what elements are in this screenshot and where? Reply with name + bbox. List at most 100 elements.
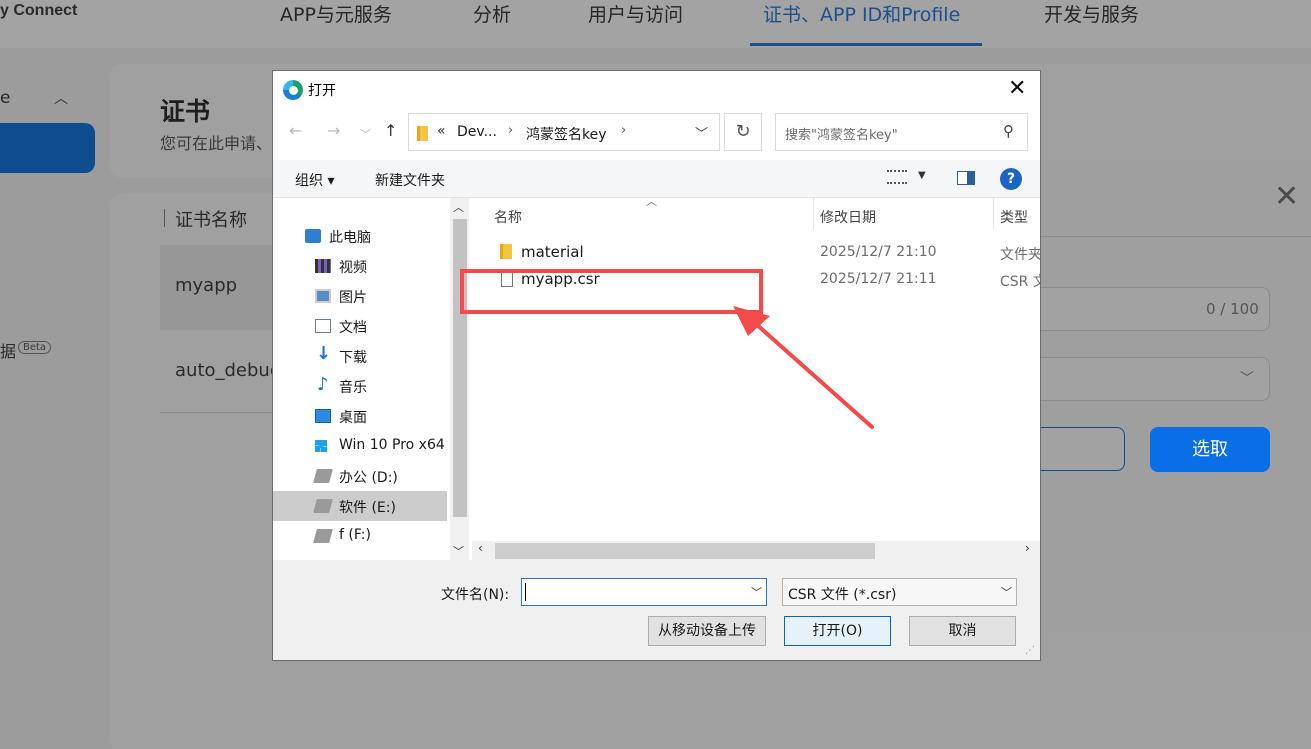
breadcrumb-overflow[interactable]: « xyxy=(437,123,446,139)
nav-users-access[interactable]: 用户与访问 xyxy=(588,0,683,27)
chevron-down-icon[interactable]: ﹀ xyxy=(695,123,708,142)
pictures-icon xyxy=(315,289,331,303)
annotation-arrow xyxy=(733,306,874,429)
column-divider[interactable] xyxy=(813,198,814,230)
close-icon[interactable]: ✕ xyxy=(1274,182,1299,212)
scroll-right-icon[interactable]: › xyxy=(1025,541,1030,555)
tree-item-desktop[interactable]: 桌面 xyxy=(273,401,447,431)
tree-item-music[interactable]: 音乐 xyxy=(273,371,447,401)
sidebar-item-data[interactable]: 据 xyxy=(0,338,16,362)
scroll-up-icon[interactable]: ︿ xyxy=(453,199,464,215)
column-divider[interactable] xyxy=(993,198,994,230)
desktop-icon xyxy=(315,409,331,423)
chevron-up-icon[interactable]: ︿ xyxy=(54,88,68,108)
nav-certificates[interactable]: 证书、APP ID和Profile xyxy=(763,0,960,27)
close-icon[interactable]: ✕ xyxy=(1008,77,1026,101)
text-caret xyxy=(525,583,526,601)
back-arrow-icon[interactable]: ← xyxy=(289,121,302,140)
filetype-value: CSR 文件 (*.csr) xyxy=(788,587,897,603)
file-row-type: CSR 文件 xyxy=(1000,274,1040,290)
open-file-dialog: 打开 ✕ ← → ﹀ ↑ « Dev... › 鸿蒙签名key › ﹀ ↻ 搜索… xyxy=(272,70,1041,661)
up-arrow-icon[interactable]: ↑ xyxy=(384,121,397,140)
table-row[interactable]: myapp xyxy=(175,275,237,296)
refresh-icon[interactable]: ↻ xyxy=(724,113,762,151)
tree-item-windows-drive[interactable]: Win 10 Pro x64 xyxy=(273,431,447,461)
search-icon[interactable]: ⚲ xyxy=(1003,122,1014,140)
cancel-button[interactable]: 取消 xyxy=(909,616,1016,646)
preview-pane-icon[interactable] xyxy=(957,171,975,185)
view-options-icon[interactable] xyxy=(887,170,907,184)
tree-item-videos[interactable]: 视频 xyxy=(273,251,447,281)
dialog-title: 打开 xyxy=(308,83,336,99)
nav-dev-services[interactable]: 开发与服务 xyxy=(1044,0,1139,27)
windows-drive-icon xyxy=(315,439,331,453)
open-button[interactable]: 打开(O) xyxy=(784,616,891,646)
filetype-select[interactable]: CSR 文件 (*.csr) ﹀ xyxy=(782,578,1017,606)
filename-label: 文件名(N): xyxy=(441,587,510,603)
sort-ascending-icon: ︿ xyxy=(646,195,657,208)
pc-icon xyxy=(305,229,321,243)
recent-dropdown-icon[interactable]: ﹀ xyxy=(360,126,371,142)
organize-menu[interactable]: 组织 ▾ xyxy=(295,170,334,190)
breadcrumb-item[interactable]: Dev... xyxy=(457,124,497,140)
column-header-type[interactable]: 类型 xyxy=(1000,207,1028,227)
column-separator xyxy=(164,209,165,227)
tree-item-drive-f[interactable]: f (F:) xyxy=(273,521,447,551)
tree-item-downloads[interactable]: 下载 xyxy=(273,341,447,371)
chevron-down-icon: ﹀ xyxy=(1001,586,1012,599)
modal-select[interactable] xyxy=(1020,357,1270,401)
tree-item-documents[interactable]: 文档 xyxy=(273,311,447,341)
forward-arrow-icon[interactable]: → xyxy=(327,121,340,140)
documents-icon xyxy=(315,319,331,333)
file-row-date: 2025/12/7 21:10 xyxy=(820,244,937,260)
caret-down-icon[interactable]: ▼ xyxy=(918,170,926,181)
brand-name: y Connect xyxy=(0,2,78,19)
music-icon xyxy=(315,374,331,395)
page-subtitle: 您可在此申请、 xyxy=(160,134,273,153)
drive-icon xyxy=(313,529,333,543)
file-row-date: 2025/12/7 21:11 xyxy=(820,271,937,287)
address-bar[interactable]: « Dev... › 鸿蒙签名key › ﹀ xyxy=(408,113,720,151)
sidebar-item-active[interactable] xyxy=(0,123,95,173)
active-nav-underline xyxy=(750,43,982,46)
tree-item-drive-d[interactable]: 办公 (D:) xyxy=(273,461,447,491)
dialog-titlebar: 打开 ✕ xyxy=(273,71,1040,109)
search-placeholder: 搜索"鸿蒙签名key" xyxy=(785,128,898,143)
chevron-right-icon[interactable]: › xyxy=(508,123,513,138)
edge-browser-icon xyxy=(283,80,303,100)
downloads-icon xyxy=(315,343,331,364)
file-row-name[interactable]: material xyxy=(521,243,584,261)
folder-icon xyxy=(500,244,512,259)
column-header-name[interactable]: 名称 xyxy=(494,207,522,227)
breadcrumb-item[interactable]: 鸿蒙签名key xyxy=(526,124,607,144)
new-folder-button[interactable]: 新建文件夹 xyxy=(375,170,445,190)
pick-file-button[interactable]: 选取 xyxy=(1150,427,1270,472)
tree-item-drive-e[interactable]: 软件 (E:) xyxy=(273,491,447,521)
chevron-right-icon[interactable]: › xyxy=(621,123,626,138)
page-title: 证书 xyxy=(160,97,211,126)
nav-analytics[interactable]: 分析 xyxy=(473,0,511,27)
modal-divider xyxy=(1040,236,1311,237)
column-header-cert-name: 证书名称 xyxy=(175,210,247,231)
horizontal-scrollbar-thumb[interactable] xyxy=(495,543,875,559)
upload-from-mobile-button[interactable]: 从移动设备上传 xyxy=(648,616,766,646)
char-counter: 0 / 100 xyxy=(1206,300,1259,318)
beta-badge: Beta xyxy=(18,341,52,354)
column-header-date[interactable]: 修改日期 xyxy=(820,207,876,227)
filename-input[interactable]: ﹀ xyxy=(521,578,767,606)
scroll-down-icon[interactable]: ﹀ xyxy=(453,543,464,559)
nav-app-services[interactable]: APP与元服务 xyxy=(280,0,392,27)
scroll-left-icon[interactable]: ‹ xyxy=(478,541,483,555)
tree-item-this-pc[interactable]: 此电脑 xyxy=(273,221,447,251)
search-input[interactable]: 搜索"鸿蒙签名key" ⚲ xyxy=(775,113,1028,151)
tree-item-pictures[interactable]: 图片 xyxy=(273,281,447,311)
file-row-type: 文件夹 xyxy=(1000,247,1040,263)
sidebar-group-label: e xyxy=(0,88,11,108)
tree-scrollbar-thumb[interactable] xyxy=(453,219,467,517)
chevron-down-icon[interactable]: ﹀ xyxy=(751,584,762,600)
folder-icon xyxy=(417,126,428,141)
drive-icon xyxy=(313,499,333,513)
resize-grip-icon[interactable]: ⋰ xyxy=(1025,645,1035,656)
help-icon[interactable]: ? xyxy=(1000,168,1022,190)
table-row[interactable]: auto_debug xyxy=(175,360,281,381)
